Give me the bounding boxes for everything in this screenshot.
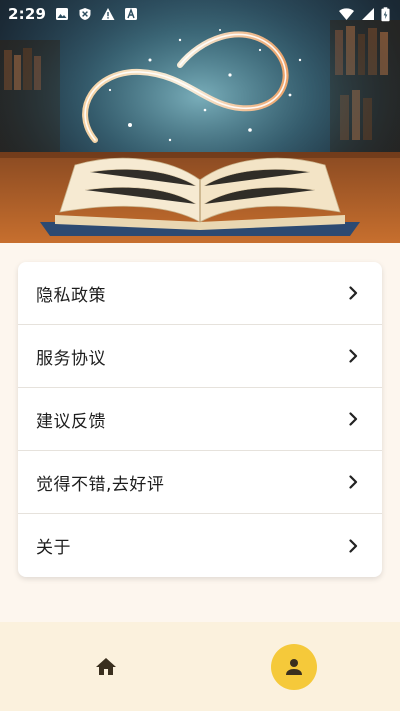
chevron-right-icon (349, 286, 358, 300)
home-icon (96, 657, 116, 675)
menu-item-label: 服务协议 (36, 348, 106, 369)
menu-item-label: 建议反馈 (36, 411, 106, 432)
menu-item-feedback[interactable]: 建议反馈 (18, 388, 382, 451)
status-bar-right (338, 6, 390, 22)
status-time: 2:29 (8, 5, 47, 23)
image-icon (56, 8, 69, 20)
settings-menu: 隐私政策 服务协议 建议反馈 觉得不错,去好评 关于 (18, 262, 382, 577)
menu-item-label: 关于 (36, 538, 71, 558)
wifi-icon (339, 8, 354, 20)
menu-item-about[interactable]: 关于 (18, 514, 382, 577)
status-bar-left: 2:29 (8, 5, 138, 23)
bottom-navigation (0, 622, 400, 711)
chevron-right-icon (349, 412, 358, 426)
nav-home-button[interactable] (83, 644, 129, 690)
font-icon (125, 8, 138, 20)
open-book-illustration (0, 0, 400, 243)
menu-item-label: 觉得不错,去好评 (36, 474, 165, 495)
menu-item-rate-app[interactable]: 觉得不错,去好评 (18, 451, 382, 514)
battery-icon (381, 6, 390, 21)
shield-icon (79, 8, 91, 20)
menu-item-label: 隐私政策 (36, 285, 106, 306)
nav-profile-button[interactable] (271, 643, 317, 690)
signal-icon (362, 8, 374, 20)
menu-item-privacy-policy[interactable]: 隐私政策 (18, 262, 382, 325)
menu-item-service-agreement[interactable]: 服务协议 (18, 325, 382, 388)
person-icon (286, 658, 302, 675)
chevron-right-icon (349, 349, 358, 363)
chevron-right-icon (349, 475, 358, 489)
alert-icon (101, 8, 115, 20)
chevron-right-icon (349, 538, 358, 553)
hero-banner (0, 0, 400, 243)
status-bar: 2:29 (0, 0, 400, 28)
